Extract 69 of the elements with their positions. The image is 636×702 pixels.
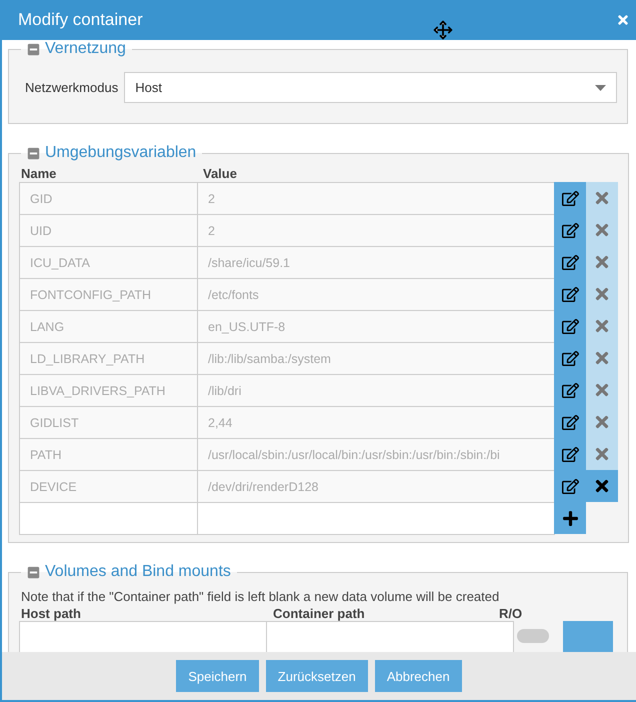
delete-icon — [593, 317, 611, 335]
delete-icon — [593, 445, 611, 463]
table-cell: en_US.UTF-8 — [197, 310, 555, 343]
edit-icon — [562, 222, 578, 238]
column-header: Name — [21, 166, 58, 181]
plus-icon — [562, 510, 578, 526]
table-cell: FONTCONFIG_PATH — [19, 278, 198, 311]
network-mode-select[interactable]: Host — [124, 72, 617, 103]
delete-icon — [593, 413, 611, 431]
value-input[interactable] — [197, 502, 555, 535]
close-icon — [616, 13, 630, 27]
collapse-icon[interactable] — [27, 42, 40, 56]
section-title: Vernetzung — [45, 40, 126, 58]
table-cell: ICU_DATA — [19, 246, 198, 279]
edit-icon — [562, 254, 578, 270]
table-cell: /lib/dri — [197, 374, 555, 407]
edit-icon — [562, 414, 578, 430]
table-cell: LD_LIBRARY_PATH — [19, 342, 198, 375]
column-header: Container path — [273, 606, 366, 621]
edit-icon — [562, 318, 578, 334]
table-cell: DEVICE — [19, 470, 198, 503]
edit-icon — [562, 446, 578, 462]
table-cell: 2 — [197, 214, 555, 247]
read-only-switch[interactable] — [517, 629, 549, 643]
table-cell: /usr/local/sbin:/usr/local/bin:/usr/sbin:/usr/bin:/sbin:/bi — [197, 438, 555, 471]
delete-button[interactable] — [586, 470, 618, 502]
table-cell: /dev/dri/renderD128 — [197, 470, 555, 503]
edit-icon — [562, 286, 578, 302]
table-cell: /etc/fonts — [197, 278, 555, 311]
footer-button[interactable]: Speichern — [176, 660, 259, 692]
table-cell: PATH — [19, 438, 198, 471]
delete-icon — [593, 253, 611, 271]
footer-button[interactable]: Zurücksetzen — [266, 660, 368, 692]
collapse-icon[interactable] — [27, 566, 40, 578]
delete-icon — [593, 189, 611, 207]
table-cell: /share/icu/59.1 — [197, 246, 555, 279]
collapse-icon[interactable] — [27, 146, 40, 160]
delete-icon — [593, 381, 611, 399]
table-cell: /lib:/lib/samba:/system — [197, 342, 555, 375]
window-title: Modify container — [18, 10, 143, 30]
column-header: R/O — [499, 606, 524, 621]
container-path-input[interactable] — [266, 621, 514, 652]
table-cell: 2 — [197, 182, 555, 215]
delete-icon — [593, 349, 611, 367]
table-cell: 2,44 — [197, 406, 555, 439]
column-header: Host path — [21, 606, 82, 621]
delete-icon — [593, 285, 611, 303]
column-header: Value — [203, 166, 238, 181]
table-cell: GIDLIST — [19, 406, 198, 439]
delete-icon — [593, 221, 611, 239]
edit-icon — [562, 350, 578, 366]
add-button[interactable] — [554, 502, 586, 534]
table-cell: LIBVA_DRIVERS_PATH — [19, 374, 198, 407]
table-cell: GID — [19, 182, 198, 215]
delete-icon — [593, 477, 611, 495]
host-path-input[interactable] — [19, 621, 267, 652]
edit-icon — [562, 478, 578, 494]
section-title: Umgebungsvariablen — [45, 144, 196, 162]
table-cell: LANG — [19, 310, 198, 343]
edit-icon — [562, 190, 578, 206]
field-label: Netzwerkmodus — [25, 80, 118, 95]
table-cell: UID — [19, 214, 198, 247]
section-title: Volumes and Bind mounts — [45, 563, 231, 581]
note-text: Note that if the "Container path" field is left blank a new data volume will be created — [20, 588, 500, 606]
caret-icon — [595, 84, 606, 90]
edit-icon — [562, 382, 578, 398]
footer-button[interactable]: Abbrechen — [374, 660, 462, 692]
name-input[interactable] — [19, 502, 198, 535]
close-button[interactable] — [616, 13, 630, 27]
